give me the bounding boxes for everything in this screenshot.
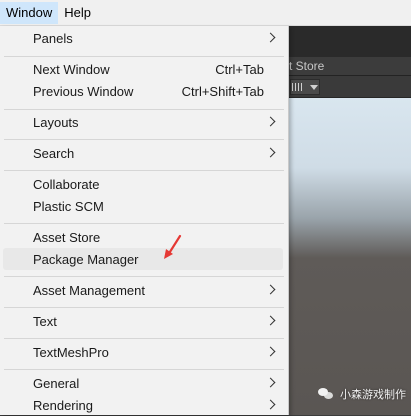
menu-item-label: Package Manager: [33, 251, 139, 267]
watermark-text: 小森游戏制作: [340, 389, 406, 401]
menu-item-label: Panels: [33, 30, 73, 46]
menu-item-search[interactable]: Search: [3, 142, 283, 164]
window-menu[interactable]: Window: [0, 1, 59, 24]
menu-item-next-window[interactable]: Next Window Ctrl+Tab: [3, 58, 283, 80]
chevron-right-icon: [265, 377, 276, 388]
menu-item-rendering[interactable]: Rendering: [3, 394, 283, 416]
menu-item-label: TextMeshPro: [33, 344, 109, 360]
menu-item-previous-window[interactable]: Previous Window Ctrl+Shift+Tab: [3, 80, 283, 102]
menu-item-label: Layouts: [33, 114, 79, 130]
chevron-right-icon: [265, 147, 276, 158]
menu-item-plastic-scm[interactable]: Plastic SCM: [3, 195, 283, 217]
grid-icon: [292, 83, 304, 91]
watermark: 小森游戏制作: [318, 386, 406, 402]
chevron-right-icon: [265, 399, 276, 410]
menu-item-label: Search: [33, 145, 75, 161]
window-dropdown-menu: Panels Next Window Ctrl+Tab Previous Win…: [0, 26, 289, 415]
menu-item-label: Rendering: [33, 397, 93, 413]
menu-item-label: Collaborate: [33, 176, 100, 192]
menu-item-label: General: [33, 375, 80, 391]
menu-separator: [4, 109, 284, 110]
menu-item-shortcut: Ctrl+Tab: [215, 61, 264, 77]
menu-separator: [4, 170, 284, 171]
menu-item-shortcut: Ctrl+Shift+Tab: [181, 83, 264, 99]
menu-item-asset-store[interactable]: Asset Store: [3, 226, 283, 248]
menu-separator: [4, 307, 284, 308]
menu-item-package-manager[interactable]: Package Manager: [3, 248, 283, 270]
menu-item-label: Previous Window: [33, 83, 134, 99]
menu-separator: [4, 369, 284, 370]
menu-item-label: Asset Store: [33, 229, 101, 245]
menu-separator: [4, 223, 284, 224]
chevron-right-icon: [265, 116, 276, 127]
menu-item-general[interactable]: General: [3, 372, 283, 394]
menu-separator: [4, 276, 284, 277]
menu-separator: [4, 139, 284, 140]
chevron-right-icon: [265, 284, 276, 295]
unity-toolbar: [288, 26, 411, 59]
menu-item-label: Next Window: [33, 61, 110, 77]
annotation-arrow-icon: [164, 234, 182, 259]
menu-item-textmeshpro[interactable]: TextMeshPro: [3, 341, 283, 363]
chevron-right-icon: [265, 315, 276, 326]
menu-item-asset-management[interactable]: Asset Management: [3, 279, 283, 301]
scene-view[interactable]: [288, 98, 411, 415]
menu-item-label: Text: [33, 313, 57, 329]
menu-item-layouts[interactable]: Layouts: [3, 111, 283, 133]
chevron-right-icon: [265, 346, 276, 357]
menu-item-collaborate[interactable]: Collaborate: [3, 173, 283, 195]
menu-separator: [4, 56, 284, 57]
menu-item-label: Plastic SCM: [33, 198, 104, 214]
menu-item-text[interactable]: Text: [3, 310, 283, 332]
asset-store-tab[interactable]: t Store: [289, 57, 324, 76]
wechat-icon: [318, 388, 334, 400]
help-menu[interactable]: Help: [58, 2, 97, 24]
gizmo-dropdown[interactable]: [290, 79, 320, 95]
menu-item-panels[interactable]: Panels: [3, 27, 283, 49]
menu-item-label: Asset Management: [33, 282, 146, 298]
menu-separator: [4, 338, 284, 339]
chevron-right-icon: [265, 32, 276, 43]
chevron-down-icon: [310, 84, 318, 90]
menu-bar: Window Help: [0, 0, 411, 26]
